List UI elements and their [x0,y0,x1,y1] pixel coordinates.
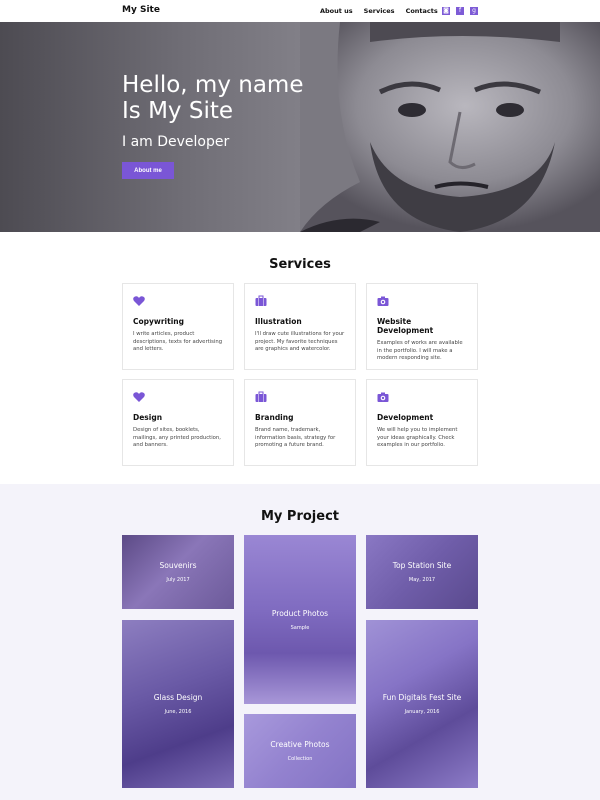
service-card-branding: Branding Brand name, trademark, informat… [244,379,356,466]
hero-heading-line-1: Hello, my name [122,72,304,98]
hero-section: Hello, my name Is My Site I am Developer… [0,22,600,232]
service-description: Design of sites, booklets, mailings, any… [133,427,221,449]
hero-subtitle: I am Developer [122,134,230,150]
instagram-icon[interactable]: ◙ [442,7,450,15]
service-card-website-development: Website Development Examples of works ar… [366,283,478,370]
project-date: May, 2017 [408,577,436,583]
about-me-button[interactable]: About me [122,162,174,179]
social-links: ◙ f g [442,7,478,15]
hero-heading: Hello, my name Is My Site [122,72,362,124]
project-title: Souvenirs [159,561,197,570]
project-tile-product-photos[interactable]: Product Photos Sample [244,535,356,704]
project-tile-glass-design[interactable]: Glass Design June, 2016 [122,620,234,788]
service-card-development: Development We will help you to implemen… [366,379,478,466]
service-title: Branding [255,413,294,422]
heart-icon [133,296,145,306]
googleplus-icon[interactable]: g [470,7,478,15]
service-description: I'll draw cute illustrations for your pr… [255,331,345,353]
briefcase-icon [255,391,267,402]
top-navbar: My Site About us Services Contacts ◙ f g [0,0,600,22]
nav-link-services[interactable]: Services [364,7,395,15]
heart-icon [133,392,145,402]
nav-link-about[interactable]: About us [320,7,353,15]
project-title: Product Photos [271,608,329,618]
project-date: July 2017 [166,577,190,583]
facebook-icon[interactable]: f [456,7,464,15]
project-title: Creative Photos [270,740,330,749]
service-card-illustration: Illustration I'll draw cute illustration… [244,283,356,370]
service-card-copywriting: Copywriting I write articles, product de… [122,283,234,370]
hero-heading-line-2: Is My Site [122,98,234,124]
project-date: Sample [290,624,310,631]
service-description: Brand name, trademark, information basis… [255,427,336,449]
service-title: Development [377,413,434,422]
nav-link-contacts[interactable]: Contacts [406,7,438,15]
camera-icon [377,392,389,402]
service-title: Design [133,413,163,422]
service-title: Illustration [255,317,302,326]
service-card-design: Design Design of sites, booklets, mailin… [122,379,234,466]
project-title: Fun Digitals Fest Site [382,693,462,702]
project-date: January, 2016 [404,709,440,715]
project-date: Collection [287,756,313,762]
projects-heading: My Project [261,509,339,524]
project-title: Top Station Site [392,561,452,570]
service-description: Examples of works are available in the p… [377,340,463,362]
site-logo[interactable]: My Site [122,5,160,15]
project-tile-fun-digitals-fest-site[interactable]: Fun Digitals Fest Site January, 2016 [366,620,478,788]
service-title: Copywriting [133,317,184,326]
project-title: Glass Design [153,693,203,702]
hero-portrait-image [300,22,600,232]
project-tile-souvenirs[interactable]: Souvenirs July 2017 [122,535,234,609]
camera-icon [377,296,389,306]
project-tile-creative-photos[interactable]: Creative Photos Collection [244,714,356,788]
projects-section: My Project Souvenirs July 2017 Product P… [0,484,600,800]
briefcase-icon [255,295,267,306]
service-description: I write articles, product descriptions, … [133,331,223,353]
project-date: June, 2016 [164,709,192,715]
service-description: We will help you to implement your ideas… [377,427,458,449]
nav-menu: About us Services Contacts [320,7,438,15]
service-title: Website Development [377,317,434,335]
services-heading: Services [269,257,331,272]
project-tile-top-station-site[interactable]: Top Station Site May, 2017 [366,535,478,609]
